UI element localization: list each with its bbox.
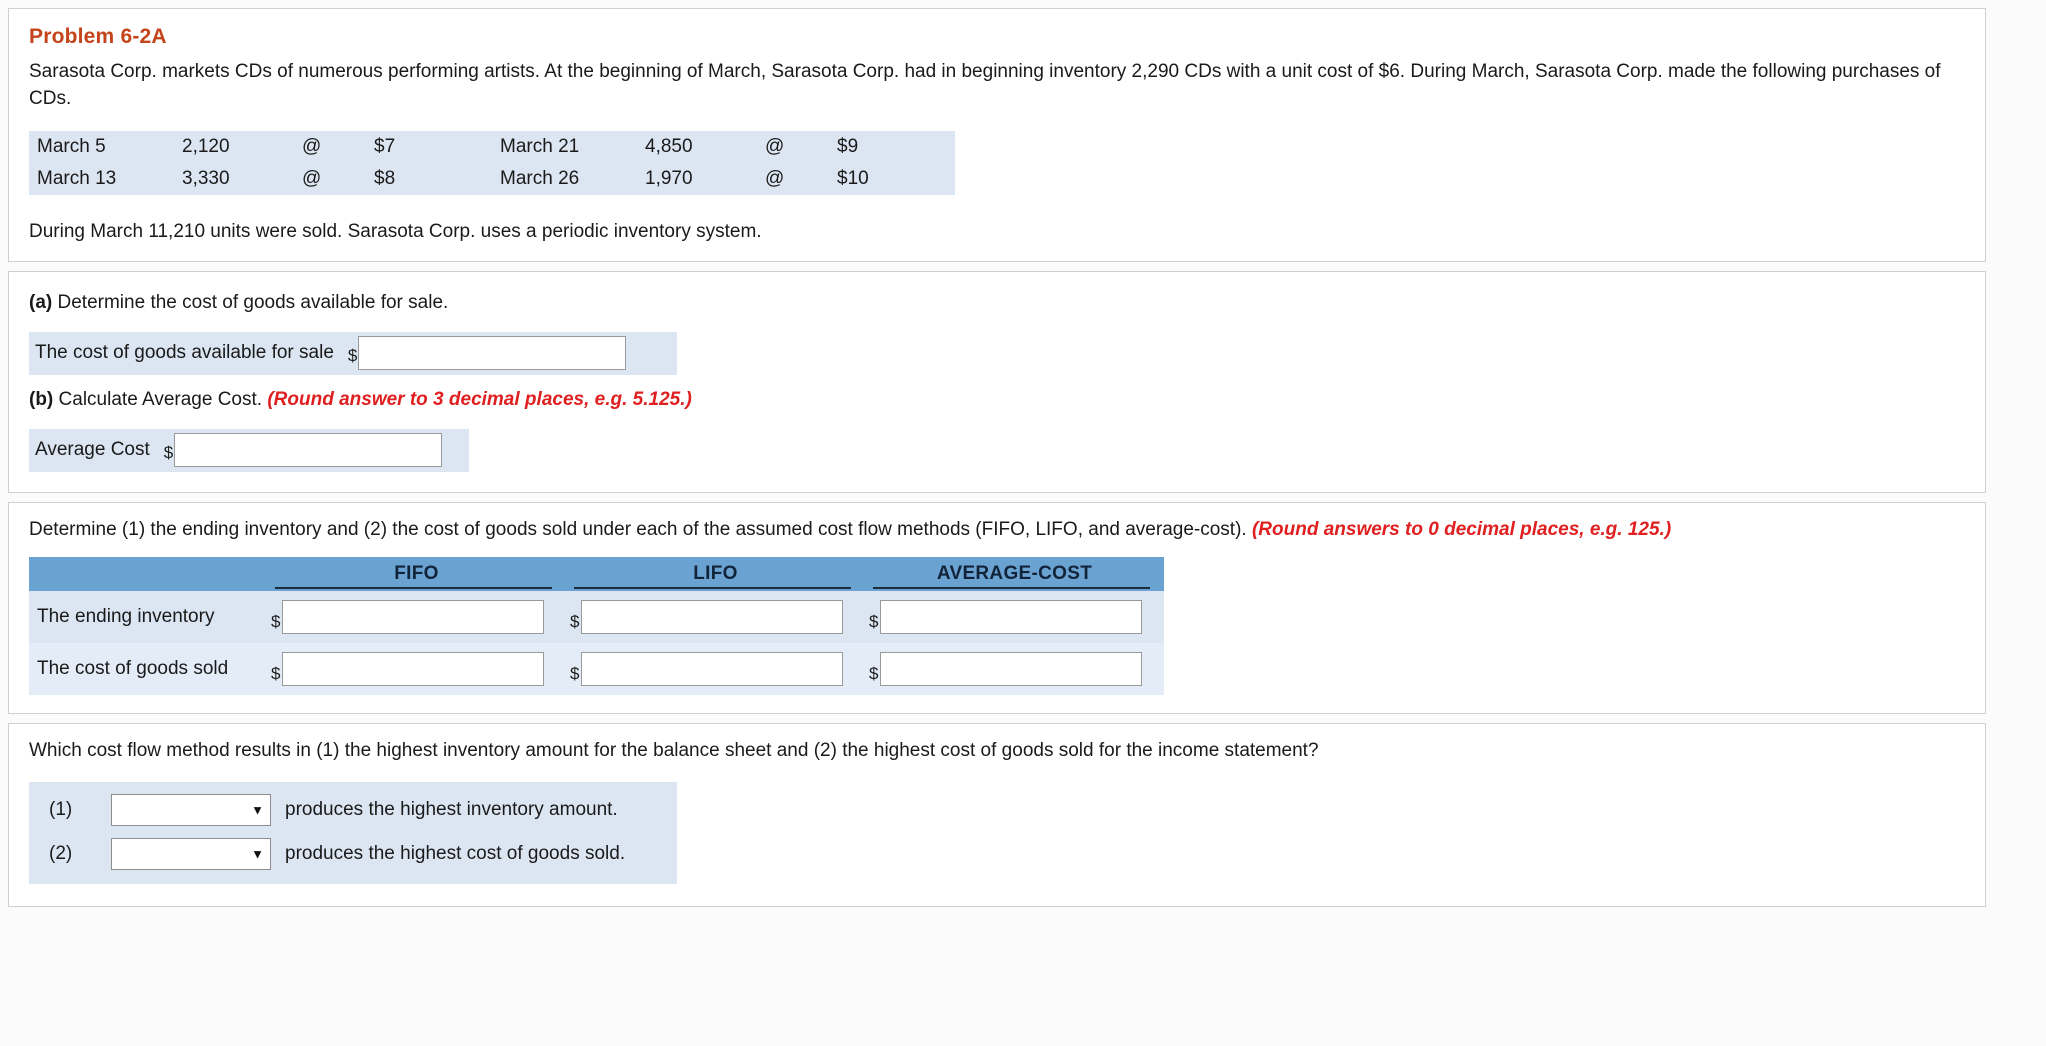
average-cost-input[interactable]: [174, 433, 443, 468]
dropdown-answer-band: (1) ▼ produces the highest inventory amo…: [29, 781, 677, 884]
purchase-date-right: March 21: [500, 135, 580, 157]
ending-inventory-fifo-input[interactable]: [282, 599, 545, 634]
column-header-lifo-label: LIFO: [693, 562, 738, 584]
average-cost-label: Average Cost: [35, 439, 150, 461]
final-question-text: Which cost flow method results in (1) th…: [29, 739, 1319, 761]
dollar-sign-icon: $: [869, 611, 879, 631]
dropdown-number-2: (2): [49, 842, 73, 864]
part-b-rounding-note: (Round answer to 3 decimal places, e.g. …: [267, 388, 692, 410]
dollar-sign-icon: $: [271, 663, 281, 683]
parts-ab-card: (a) Determine the cost of goods availabl…: [8, 270, 1986, 493]
purchase-qty-right: 1,970: [645, 167, 693, 189]
part-a-label: (a): [29, 291, 53, 313]
cost-of-goods-available-label: The cost of goods available for sale: [35, 342, 334, 364]
purchase-at-left: @: [302, 135, 322, 157]
table-row: The cost of goods sold $ $ $: [29, 642, 1164, 695]
column-header-fifo: FIFO: [267, 556, 566, 591]
purchase-price-left: $8: [374, 167, 396, 189]
methods-header-row: FIFO LIFO AVERAGE-COST: [29, 556, 1164, 591]
problem-intro-paragraph: Sarasota Corp. markets CDs of numerous p…: [29, 61, 1941, 109]
ending-inventory-lifo-input[interactable]: [581, 599, 844, 634]
table-row: March 13 3,330 @ $8 March 26 1,970 @ $10: [29, 163, 955, 195]
dropdown-row-2: (2) ▼ produces the highest cost of goods…: [29, 832, 677, 876]
average-cost-band: Average Cost $: [29, 428, 469, 472]
ending-inventory-lifo-cell: $: [566, 590, 865, 643]
cost-of-goods-available-band: The cost of goods available for sale $: [29, 331, 677, 375]
problem-statement-card: Problem 6-2A Sarasota Corp. markets CDs …: [8, 8, 1986, 262]
cost-of-goods-sold-average-cost-input[interactable]: [880, 651, 1143, 686]
page-title: Problem 6-2A: [29, 25, 167, 48]
methods-instruction: Determine (1) the ending inventory and (…: [29, 519, 1967, 541]
methods-header-spacer: [29, 556, 267, 591]
header-underline: [275, 586, 552, 589]
header-underline: [873, 586, 1150, 589]
ending-inventory-label: The ending inventory: [29, 590, 267, 643]
purchase-price-right: $10: [837, 167, 869, 189]
purchase-at-right: @: [765, 135, 785, 157]
methods-rounding-note: (Round answers to 0 decimal places, e.g.…: [1251, 518, 1672, 540]
ending-inventory-average-cost-cell: $: [865, 590, 1164, 643]
purchase-price-right: $9: [837, 135, 859, 157]
dropdown-suffix-2: produces the highest cost of goods sold.: [285, 842, 626, 864]
cost-of-goods-sold-fifo-cell: $: [267, 642, 566, 695]
table-row: March 5 2,120 @ $7 March 21 4,850 @ $9: [29, 131, 955, 163]
purchase-date-right: March 26: [500, 167, 580, 189]
header-underline: [574, 586, 851, 589]
table-row: The ending inventory $ $ $: [29, 590, 1164, 643]
purchase-date-left: March 13: [37, 167, 117, 189]
chevron-down-icon: ▼: [251, 802, 264, 818]
purchase-at-right: @: [765, 167, 785, 189]
cost-flow-methods-card: Determine (1) the ending inventory and (…: [8, 501, 1986, 714]
highest-cogs-method-select[interactable]: ▼: [111, 837, 271, 870]
dollar-sign-icon: $: [271, 611, 281, 631]
chevron-down-icon: ▼: [251, 846, 264, 862]
part-b-prompt-text: Calculate Average Cost.: [58, 388, 263, 410]
cost-of-goods-sold-average-cost-cell: $: [865, 642, 1164, 695]
dollar-sign-icon: $: [163, 442, 174, 462]
highest-cogs-method-value: [112, 839, 270, 844]
cost-of-goods-sold-lifo-cell: $: [566, 642, 865, 695]
dropdown-number-1: (1): [49, 798, 73, 820]
purchase-at-left: @: [302, 167, 322, 189]
part-a-prompt-text: Determine the cost of goods available fo…: [57, 291, 449, 313]
part-a-prompt: (a) Determine the cost of goods availabl…: [29, 292, 1967, 314]
purchases-table: March 5 2,120 @ $7 March 21 4,850 @ $9 M…: [29, 130, 955, 195]
cost-flow-methods-table: FIFO LIFO AVERAGE-COST The ending invent…: [29, 556, 1164, 695]
highest-inventory-method-select[interactable]: ▼: [111, 793, 271, 826]
purchase-price-left: $7: [374, 135, 396, 157]
cost-of-goods-sold-fifo-input[interactable]: [282, 651, 545, 686]
column-header-fifo-label: FIFO: [394, 562, 439, 584]
final-question-card: Which cost flow method results in (1) th…: [8, 722, 1986, 907]
dollar-sign-icon: $: [570, 611, 580, 631]
highest-inventory-method-value: [112, 795, 270, 800]
problem-closing-sentence: During March 11,210 units were sold. Sar…: [29, 220, 762, 242]
dollar-sign-icon: $: [869, 663, 879, 683]
dollar-sign-icon: $: [570, 663, 580, 683]
column-header-average-cost: AVERAGE-COST: [865, 556, 1164, 591]
column-header-average-cost-label: AVERAGE-COST: [936, 562, 1093, 584]
ending-inventory-average-cost-input[interactable]: [880, 599, 1143, 634]
cost-of-goods-sold-lifo-input[interactable]: [581, 651, 844, 686]
dropdown-row-1: (1) ▼ produces the highest inventory amo…: [29, 788, 677, 832]
cost-of-goods-available-input[interactable]: [358, 336, 627, 371]
dollar-sign-icon: $: [347, 345, 358, 365]
dropdown-suffix-1: produces the highest inventory amount.: [285, 798, 618, 820]
worksheet-page: Problem 6-2A Sarasota Corp. markets CDs …: [0, 0, 2046, 1046]
purchase-date-left: March 5: [37, 135, 106, 157]
purchase-qty-left: 2,120: [182, 135, 230, 157]
ending-inventory-fifo-cell: $: [267, 590, 566, 643]
purchase-qty-right: 4,850: [645, 135, 693, 157]
purchase-qty-left: 3,330: [182, 167, 230, 189]
cost-of-goods-sold-label: The cost of goods sold: [29, 642, 267, 695]
column-header-lifo: LIFO: [566, 556, 865, 591]
methods-instruction-text: Determine (1) the ending inventory and (…: [29, 518, 1247, 540]
part-b-prompt: (b) Calculate Average Cost. (Round answe…: [29, 389, 1967, 411]
part-b-label: (b): [29, 388, 54, 410]
